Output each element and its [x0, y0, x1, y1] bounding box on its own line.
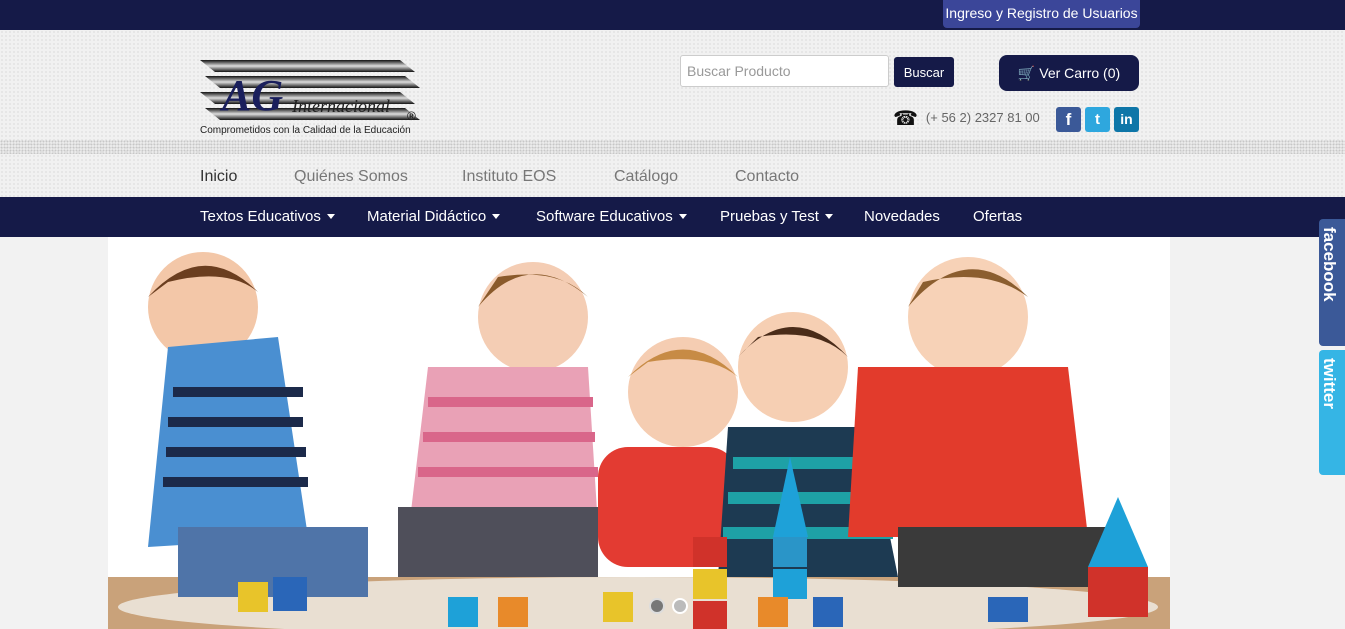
nav-label: Material Didáctico: [367, 208, 487, 225]
registered-mark: ®: [407, 109, 416, 123]
subnav-item-instituto-eos[interactable]: Instituto EOS: [462, 168, 556, 186]
nav-label: Textos Educativos: [200, 208, 321, 225]
slider-dot-1[interactable]: [649, 598, 665, 614]
nav-label: Pruebas y Test: [720, 208, 819, 225]
subnav-item-quienes-somos[interactable]: Quiénes Somos: [294, 168, 408, 186]
logo-name-text: Internacional: [291, 96, 390, 116]
header-divider: [0, 140, 1345, 154]
cart-icon: 🛒: [1017, 65, 1036, 81]
twitter-side-tab[interactable]: twitter: [1319, 350, 1345, 475]
search-input[interactable]: [680, 55, 889, 87]
caret-down-icon: [492, 214, 501, 219]
phone-contact: ☎ (+ 56 2) 2327 81 00: [893, 106, 1040, 131]
top-bar: Ingreso y Registro de Usuarios: [0, 0, 1345, 30]
main-nav: Textos Educativos Material Didáctico Sof…: [0, 197, 1345, 237]
facebook-side-tab[interactable]: facebook: [1319, 219, 1345, 346]
hero-image: [108, 252, 1170, 629]
subnav-item-inicio[interactable]: Inicio: [200, 168, 237, 186]
hero-slider[interactable]: [108, 237, 1170, 629]
ag-logo-mark: AG Internacional: [200, 60, 420, 120]
cart-label: Ver Carro (0): [1039, 65, 1121, 81]
nav-item-software-educativos[interactable]: Software Educativos: [536, 197, 687, 237]
login-register-button[interactable]: Ingreso y Registro de Usuarios: [943, 0, 1140, 28]
nav-item-textos-educativos[interactable]: Textos Educativos: [200, 197, 335, 237]
nav-item-novedades[interactable]: Novedades: [864, 197, 940, 237]
search-button[interactable]: Buscar: [894, 57, 954, 87]
twitter-tab-label: twitter: [1320, 358, 1339, 409]
nav-label: Software Educativos: [536, 208, 673, 225]
telephone-icon: ☎: [893, 108, 918, 130]
subnav-item-catalogo[interactable]: Catálogo: [614, 168, 678, 186]
facebook-icon[interactable]: f: [1056, 107, 1081, 132]
nav-item-material-didactico[interactable]: Material Didáctico: [367, 197, 501, 237]
caret-down-icon: [326, 214, 335, 219]
nav-item-pruebas-y-test[interactable]: Pruebas y Test: [720, 197, 833, 237]
nav-item-ofertas[interactable]: Ofertas: [973, 197, 1022, 237]
subnav-item-contacto[interactable]: Contacto: [735, 168, 799, 186]
twitter-icon[interactable]: t: [1085, 107, 1110, 132]
view-cart-button[interactable]: 🛒 Ver Carro (0): [999, 55, 1139, 91]
site-header: AG Internacional ® Comprometidos con la …: [0, 30, 1345, 197]
tagline: Comprometidos con la Calidad de la Educa…: [200, 125, 411, 136]
slider-dot-2[interactable]: [672, 598, 688, 614]
linkedin-icon[interactable]: in: [1114, 107, 1139, 132]
phone-number: (+ 56 2) 2327 81 00: [925, 110, 1040, 125]
facebook-tab-label: facebook: [1320, 227, 1339, 302]
logo-mark-text: AG: [219, 71, 283, 120]
caret-down-icon: [678, 214, 687, 219]
caret-down-icon: [824, 214, 833, 219]
